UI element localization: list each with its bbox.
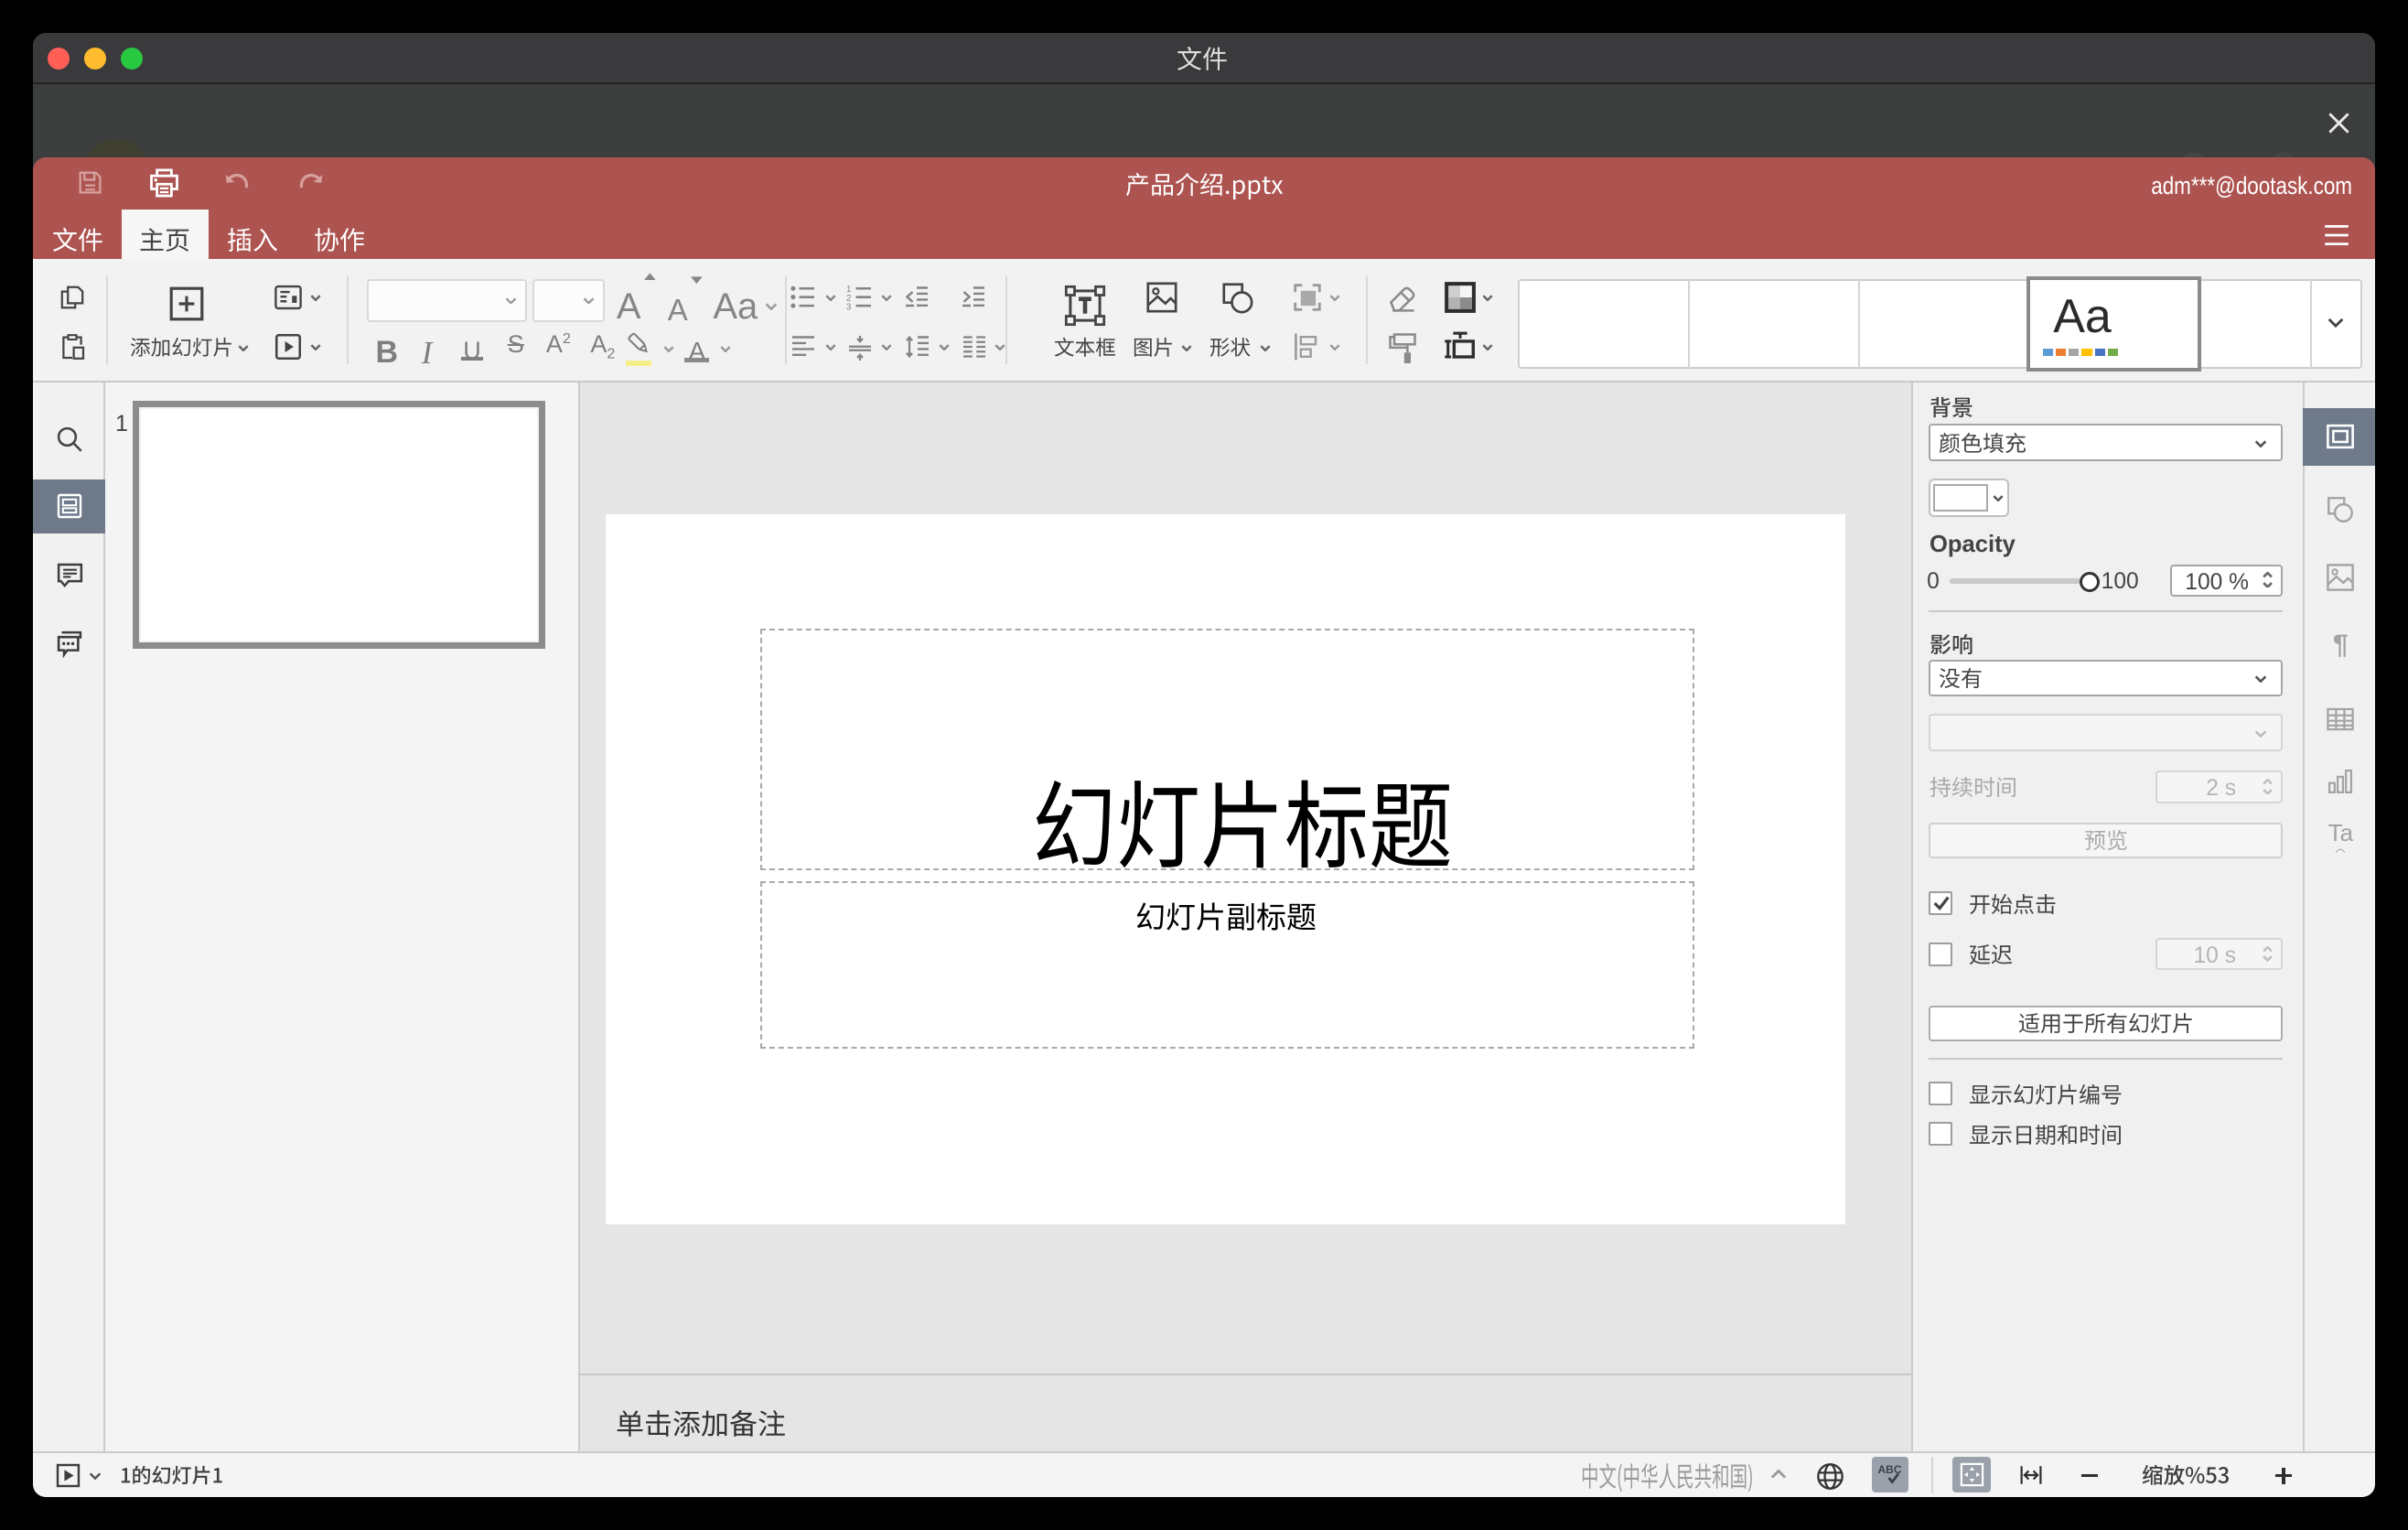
svg-text:3: 3 [846,302,851,311]
